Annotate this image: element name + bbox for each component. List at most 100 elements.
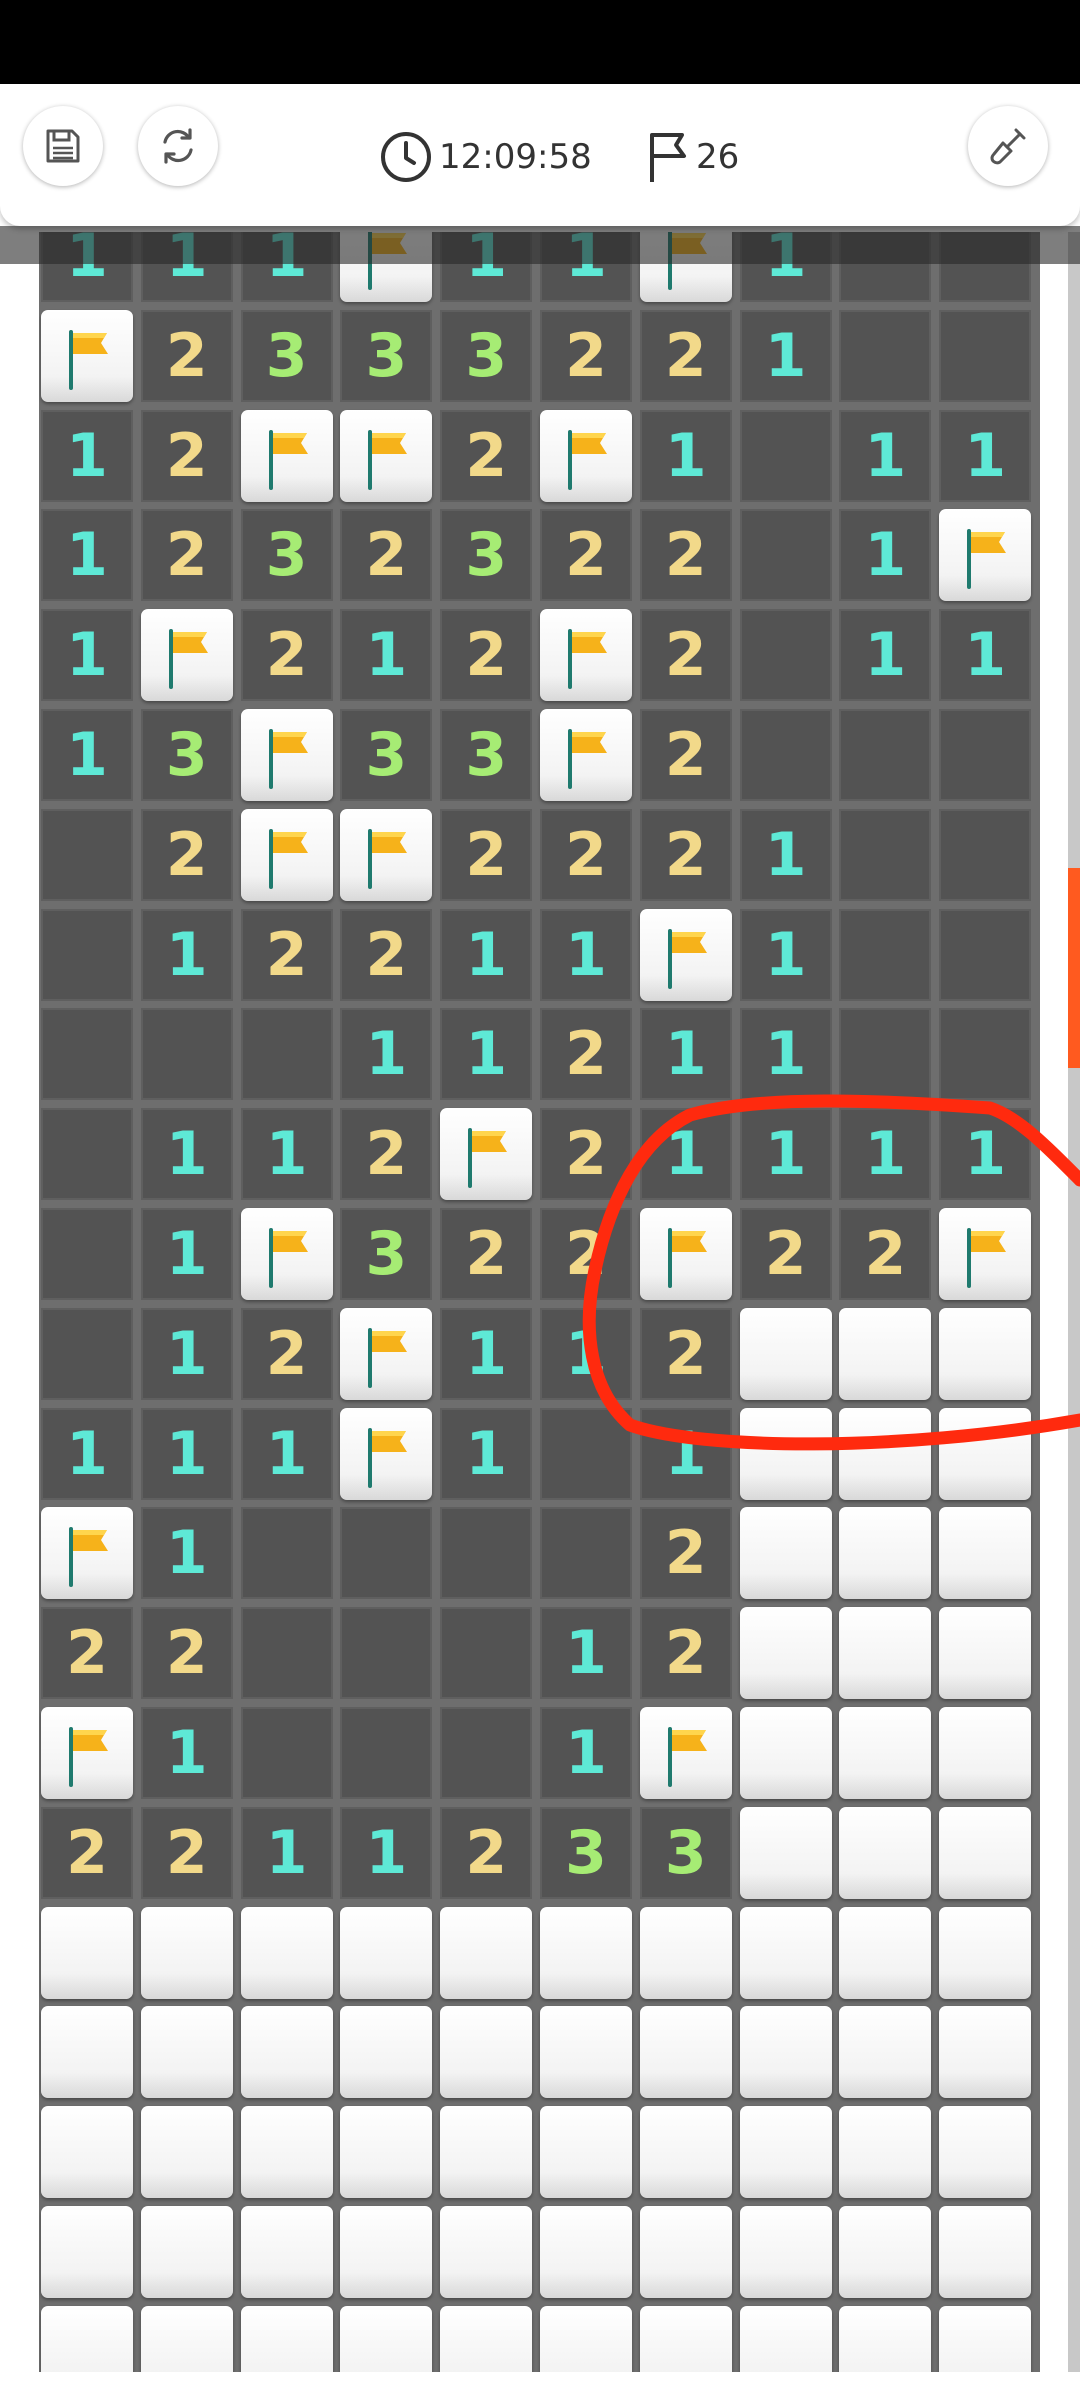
save-button[interactable]: [23, 106, 103, 186]
unopened-cell[interactable]: [739, 1806, 832, 1899]
unopened-cell[interactable]: [140, 2006, 233, 2099]
number-cell[interactable]: 2: [240, 908, 333, 1001]
revealed-empty-cell[interactable]: [440, 1607, 533, 1700]
flagged-cell[interactable]: [639, 1707, 732, 1799]
flagged-cell[interactable]: [340, 409, 433, 502]
revealed-empty-cell[interactable]: [839, 808, 932, 901]
number-cell[interactable]: 2: [41, 1806, 133, 1899]
revealed-empty-cell[interactable]: [240, 1707, 333, 1799]
number-cell[interactable]: 1: [140, 908, 233, 1001]
number-cell[interactable]: 2: [639, 609, 732, 702]
number-cell[interactable]: 1: [140, 1307, 233, 1400]
revealed-empty-cell[interactable]: [739, 609, 832, 702]
number-cell[interactable]: 1: [340, 1806, 433, 1899]
unopened-cell[interactable]: [739, 2106, 832, 2199]
revealed-empty-cell[interactable]: [41, 908, 133, 1001]
number-cell[interactable]: 2: [340, 1108, 433, 1201]
scrollbar-track[interactable]: [1068, 232, 1080, 2372]
unopened-cell[interactable]: [41, 2006, 133, 2099]
unopened-cell[interactable]: [540, 2006, 632, 2099]
revealed-empty-cell[interactable]: [839, 709, 932, 801]
number-cell[interactable]: 1: [639, 409, 732, 502]
number-cell[interactable]: 2: [340, 908, 433, 1001]
unopened-cell[interactable]: [739, 1407, 832, 1500]
unopened-cell[interactable]: [540, 2106, 632, 2199]
number-cell[interactable]: 1: [540, 1307, 632, 1400]
number-cell[interactable]: 1: [639, 1407, 732, 1500]
revealed-empty-cell[interactable]: [839, 1008, 932, 1101]
number-cell[interactable]: 1: [639, 1108, 732, 1201]
unopened-cell[interactable]: [140, 2206, 233, 2298]
revealed-empty-cell[interactable]: [140, 1008, 233, 1101]
revealed-empty-cell[interactable]: [939, 908, 1032, 1001]
unopened-cell[interactable]: [939, 2106, 1032, 2199]
unopened-cell[interactable]: [41, 2206, 133, 2298]
unopened-cell[interactable]: [540, 2305, 632, 2372]
flagged-cell[interactable]: [639, 1208, 732, 1300]
number-cell[interactable]: 2: [540, 1008, 632, 1101]
number-cell[interactable]: 3: [540, 1806, 632, 1899]
unopened-cell[interactable]: [939, 1806, 1032, 1899]
number-cell[interactable]: 1: [41, 409, 133, 502]
unopened-cell[interactable]: [839, 1607, 932, 1700]
number-cell[interactable]: 2: [440, 609, 533, 702]
number-cell[interactable]: 1: [839, 1108, 932, 1201]
number-cell[interactable]: 2: [639, 1607, 732, 1700]
unopened-cell[interactable]: [340, 2006, 433, 2099]
unopened-cell[interactable]: [41, 2305, 133, 2372]
number-cell[interactable]: 2: [440, 1806, 533, 1899]
number-cell[interactable]: 2: [41, 1607, 133, 1700]
revealed-empty-cell[interactable]: [839, 309, 932, 402]
number-cell[interactable]: 1: [41, 709, 133, 801]
number-cell[interactable]: 1: [939, 409, 1032, 502]
unopened-cell[interactable]: [939, 2305, 1032, 2372]
number-cell[interactable]: 1: [41, 609, 133, 702]
number-cell[interactable]: 1: [739, 309, 832, 402]
unopened-cell[interactable]: [240, 2206, 333, 2298]
flagged-cell[interactable]: [140, 609, 233, 702]
number-cell[interactable]: 1: [440, 1307, 533, 1400]
unopened-cell[interactable]: [240, 2305, 333, 2372]
unopened-cell[interactable]: [639, 2206, 732, 2298]
revealed-empty-cell[interactable]: [939, 1008, 1032, 1101]
unopened-cell[interactable]: [839, 1806, 932, 1899]
unopened-cell[interactable]: [739, 1906, 832, 1999]
number-cell[interactable]: 2: [540, 808, 632, 901]
number-cell[interactable]: 1: [140, 1707, 233, 1799]
number-cell[interactable]: 1: [440, 1407, 533, 1500]
number-cell[interactable]: 1: [41, 509, 133, 602]
flagged-cell[interactable]: [939, 1208, 1032, 1300]
number-cell[interactable]: 3: [340, 709, 433, 801]
revealed-empty-cell[interactable]: [739, 409, 832, 502]
unopened-cell[interactable]: [839, 2106, 932, 2199]
unopened-cell[interactable]: [540, 2206, 632, 2298]
unopened-cell[interactable]: [340, 1906, 433, 1999]
number-cell[interactable]: 3: [440, 309, 533, 402]
number-cell[interactable]: 1: [340, 609, 433, 702]
unopened-cell[interactable]: [839, 1407, 932, 1500]
number-cell[interactable]: 2: [639, 1307, 732, 1400]
dig-mode-button[interactable]: [968, 106, 1048, 186]
revealed-empty-cell[interactable]: [739, 509, 832, 602]
revealed-empty-cell[interactable]: [41, 1307, 133, 1400]
number-cell[interactable]: 2: [639, 808, 732, 901]
number-cell[interactable]: 2: [140, 808, 233, 901]
flagged-cell[interactable]: [440, 1108, 533, 1201]
revealed-empty-cell[interactable]: [240, 1008, 333, 1101]
number-cell[interactable]: 1: [839, 509, 932, 602]
number-cell[interactable]: 2: [140, 409, 233, 502]
unopened-cell[interactable]: [140, 2106, 233, 2199]
number-cell[interactable]: 3: [340, 1208, 433, 1300]
flagged-cell[interactable]: [240, 709, 333, 801]
minesweeper-board[interactable]: 1111112333221122111123232211212211133322…: [39, 232, 1040, 2372]
number-cell[interactable]: 3: [140, 709, 233, 801]
unopened-cell[interactable]: [739, 1707, 832, 1799]
unopened-cell[interactable]: [939, 2206, 1032, 2298]
revealed-empty-cell[interactable]: [240, 1607, 333, 1700]
number-cell[interactable]: 2: [440, 1208, 533, 1300]
number-cell[interactable]: 1: [939, 1108, 1032, 1201]
unopened-cell[interactable]: [240, 1906, 333, 1999]
unopened-cell[interactable]: [739, 2006, 832, 2099]
unopened-cell[interactable]: [939, 1707, 1032, 1799]
revealed-empty-cell[interactable]: [440, 1707, 533, 1799]
